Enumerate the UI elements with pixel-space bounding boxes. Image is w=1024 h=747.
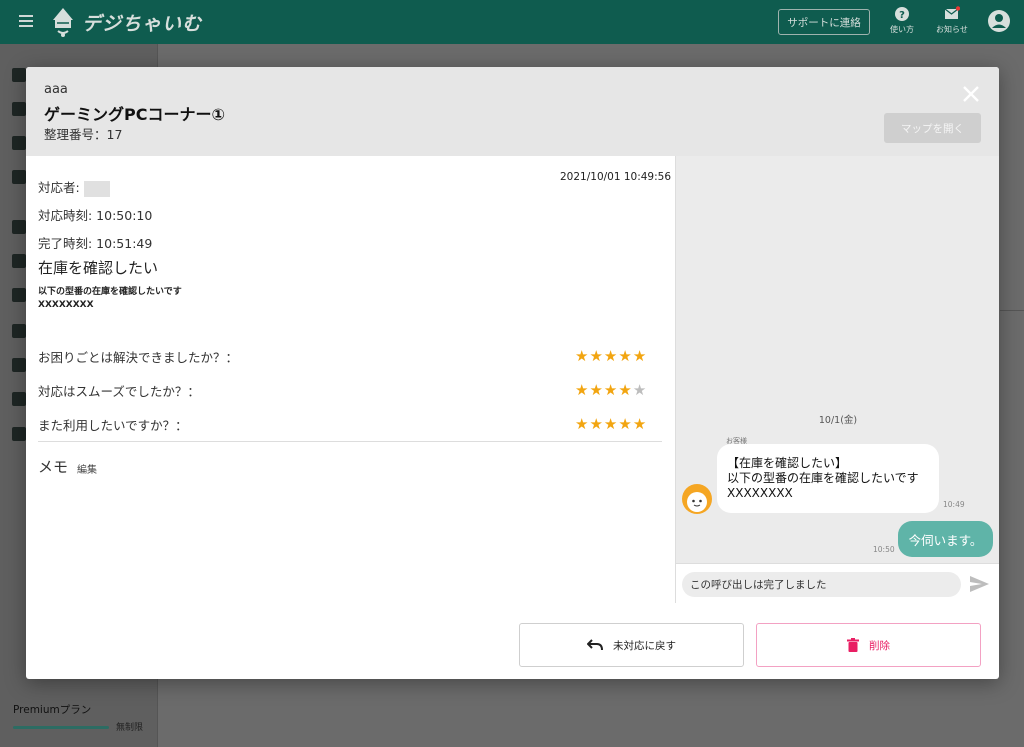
star-icon: ★: [632, 347, 647, 365]
star-icon: ★: [575, 415, 589, 433]
detail-pane: 2021/10/01 10:49:56 対応者: 対応時刻: 10:50:10 …: [26, 156, 674, 603]
incoming-time: 10:49: [943, 500, 965, 509]
plan-name: Premiumプラン: [13, 704, 92, 716]
call-detail-dialog: aaa ゲーミングPCコーナー① 整理番号：17 マップを開く 2021/10/…: [26, 67, 999, 679]
rating-stars: ★ ★ ★ ★ ★: [575, 416, 646, 432]
message-line: 以下の型番の在庫を確認したいです: [727, 471, 919, 485]
star-icon: ★: [618, 415, 632, 433]
survey-question: お困りごとは解決できましたか？：: [38, 350, 239, 365]
star-icon: ★: [603, 381, 618, 399]
star-icon: ★: [603, 415, 618, 433]
settings-icon[interactable]: [12, 427, 26, 441]
close-icon[interactable]: [962, 85, 980, 103]
star-icon: ★: [575, 347, 589, 365]
inquiry-body: 以下の型番の在庫を確認したいです XXXXXXXX: [38, 286, 182, 312]
star-icon: ★: [603, 347, 618, 365]
undo-icon: [587, 639, 603, 651]
chat-date: 10/1(金): [818, 415, 858, 426]
star-icon: ★: [618, 347, 632, 365]
responder-row: 対応者:: [38, 177, 110, 197]
delete-button[interactable]: 削除: [756, 623, 981, 667]
section-divider: [38, 441, 662, 442]
trash-icon: [847, 638, 859, 652]
thumb-up-icon[interactable]: [12, 392, 26, 406]
memo-edit-link[interactable]: 編集: [77, 461, 97, 476]
support-button[interactable]: サポートに連絡: [778, 9, 870, 35]
revert-label: 未対応に戻す: [613, 639, 676, 652]
responder-label: 対応者:: [38, 180, 80, 195]
chat-input-row: [676, 563, 999, 603]
call-timestamp: 2021/10/01 10:49:56: [560, 171, 672, 183]
star-icon: ★: [632, 415, 647, 433]
delete-label: 削除: [869, 639, 890, 652]
location-group: aaa: [44, 82, 68, 97]
send-icon[interactable]: [969, 575, 990, 593]
inquiry-title: 在庫を確認したい: [38, 259, 159, 277]
survey-question: また利用したいですか？：: [38, 418, 188, 433]
chat-icon[interactable]: [12, 102, 26, 116]
support-agent-icon[interactable]: [12, 136, 26, 150]
menu-icon[interactable]: [19, 15, 33, 27]
message-line: 【在庫を確認したい】: [727, 456, 848, 470]
qr-code-icon[interactable]: [12, 220, 26, 234]
notice-label: お知らせ: [936, 25, 968, 34]
inquiry-line: 以下の型番の在庫を確認したいです: [38, 287, 182, 297]
chat-pane: 10/1(金) お客様 【在庫を確認したい】 以下の型番の在庫を確認したいです …: [675, 156, 999, 603]
app-logo[interactable]: デジちゃいむ: [50, 5, 202, 39]
mail-icon: [944, 6, 960, 19]
map-icon[interactable]: [12, 288, 26, 302]
dialog-header: aaa ゲーミングPCコーナー① 整理番号：17 マップを開く: [26, 67, 999, 156]
star-icon: ★: [589, 347, 603, 365]
flow-icon[interactable]: [12, 254, 26, 268]
message-icon[interactable]: [12, 170, 26, 184]
help-label: 使い方: [890, 25, 914, 34]
star-icon: ★: [618, 381, 632, 399]
notice-button[interactable]: お知らせ: [936, 6, 968, 35]
memo-label: メモ: [38, 458, 69, 476]
list-icon[interactable]: [12, 68, 26, 82]
account-icon[interactable]: [987, 9, 1011, 33]
help-button[interactable]: ? 使い方: [890, 6, 914, 35]
logo-text: デジちゃいむ: [82, 12, 203, 35]
star-icon: ★: [575, 381, 589, 399]
complete-time: 完了時刻: 10:51:49: [38, 236, 153, 251]
outgoing-message: 今伺います。: [898, 521, 993, 557]
divider: [1000, 310, 1024, 311]
face-icon: [687, 492, 707, 512]
ticket-number: 整理番号：17: [44, 127, 123, 142]
app-header: デジちゃいむ サポートに連絡 ? 使い方 お知らせ: [0, 0, 1024, 44]
tablet-icon[interactable]: [12, 324, 26, 338]
bell-logo-icon: [53, 8, 73, 37]
history-icon[interactable]: [12, 358, 26, 372]
survey-question: 対応はスムーズでしたか？：: [38, 384, 200, 399]
chat-message-input[interactable]: [682, 572, 961, 597]
star-icon: ★: [589, 381, 603, 399]
revert-to-pending-button[interactable]: 未対応に戻す: [519, 623, 744, 667]
response-time: 対応時刻: 10:50:10: [38, 208, 153, 223]
rating-stars: ★ ★ ★ ★ ★: [575, 382, 646, 398]
help-icon: ?: [895, 7, 909, 21]
rating-stars: ★ ★ ★ ★ ★: [575, 348, 646, 364]
responder-avatar: [83, 180, 110, 197]
message-line: XXXXXXXX: [727, 486, 793, 500]
dialog-title: ゲーミングPCコーナー①: [44, 105, 226, 124]
customer-avatar: [682, 484, 712, 514]
svg-text:?: ?: [899, 10, 905, 21]
plan-usage-bar: [13, 726, 109, 729]
plan-limit: 無制限: [116, 723, 144, 733]
outgoing-time: 10:50: [873, 545, 895, 554]
inquiry-line: XXXXXXXX: [38, 300, 94, 310]
incoming-message: 【在庫を確認したい】 以下の型番の在庫を確認したいです XXXXXXXX: [717, 444, 939, 513]
star-icon: ★: [589, 415, 603, 433]
star-icon: ★: [632, 381, 647, 399]
open-map-button[interactable]: マップを開く: [884, 113, 981, 143]
